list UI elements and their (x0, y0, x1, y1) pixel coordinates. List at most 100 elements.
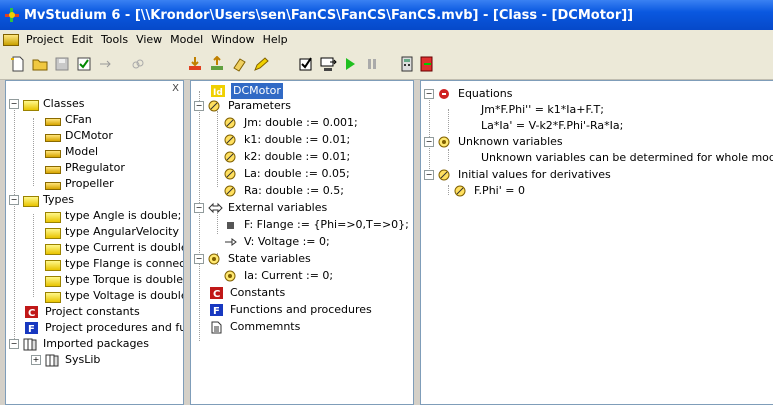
tree-item-class[interactable]: Propeller (45, 176, 114, 192)
tree-item-initial-value[interactable]: F.Phi' = 0 (454, 183, 525, 199)
tree-item-class[interactable]: DCMotor (45, 128, 113, 144)
tree-item-type[interactable]: type Angle is double; -- (45, 208, 183, 224)
project-tree-panel[interactable]: X − Classes CFan DCMotor Model PRegulator… (5, 80, 184, 405)
constants-icon: C (25, 305, 41, 319)
tree-item-parameter[interactable]: Ra: double := 0.5; (224, 183, 344, 199)
type-icon (45, 227, 61, 239)
checklist-icon[interactable] (76, 56, 92, 72)
tree-item-class[interactable]: PRegulator (45, 160, 125, 176)
link-icon[interactable] (130, 56, 146, 72)
menu-window[interactable]: Window (207, 33, 258, 46)
export-icon[interactable] (209, 55, 225, 72)
document-icon[interactable] (3, 33, 19, 46)
parameter-icon (438, 169, 454, 182)
arrow-flow-icon[interactable] (98, 56, 114, 72)
menu-project[interactable]: Project (22, 33, 68, 46)
tree-item-type[interactable]: type Flange is connecto (45, 256, 183, 272)
tree-node-functions[interactable]: F Functions and procedures (210, 302, 372, 318)
tree-node-external-variables[interactable]: − External variables (194, 200, 327, 216)
title-bar: MvStudium 6 - [\\Krondor\Users\sen\FanCS… (0, 0, 773, 30)
build-icon[interactable] (320, 56, 337, 72)
menu-help[interactable]: Help (259, 33, 292, 46)
tree-node-constants[interactable]: C Constants (210, 285, 285, 301)
tree-item-equation[interactable]: La*Ia' = V-k2*F.Phi'-Ra*Ia; (481, 118, 623, 134)
type-icon (45, 243, 61, 255)
collapse-icon[interactable]: − (194, 254, 204, 264)
class-structure-panel[interactable]: Id DCMotor − Parameters Jm: double := 0.00… (190, 80, 414, 405)
calculator-icon[interactable] (399, 56, 415, 72)
tree-item-state[interactable]: Ia: Current := 0; (224, 268, 333, 284)
check-box-icon[interactable] (298, 56, 314, 72)
library-icon (23, 338, 39, 351)
tree-node-root-class[interactable]: Id DCMotor (211, 83, 283, 99)
import-icon[interactable] (187, 56, 203, 72)
run-icon[interactable] (342, 56, 358, 72)
tree-item-type[interactable]: type Torque is double; - (45, 272, 183, 288)
tree-item-type[interactable]: type Current is double; (45, 240, 183, 256)
tree-item-class[interactable]: Model (45, 144, 98, 160)
equations-panel[interactable]: − Equations Jm*F.Phi'' = k1*Ia+F.T; La*Ia… (420, 80, 773, 405)
exit-icon[interactable] (419, 56, 435, 72)
tree-item-class[interactable]: CFan (45, 112, 92, 128)
tree-item-parameter[interactable]: Jm: double := 0.001; (224, 115, 358, 131)
class-icon (45, 150, 61, 158)
collapse-icon[interactable]: − (424, 137, 434, 147)
eraser-icon[interactable] (231, 56, 247, 72)
tree-node-project-constants[interactable]: C Project constants (25, 304, 140, 320)
class-icon (45, 134, 61, 142)
tree-node-unknown-variables[interactable]: − Unknown variables (424, 134, 563, 150)
unknown-variables-note: Unknown variables can be determined for … (481, 151, 773, 164)
menu-view[interactable]: View (132, 33, 166, 46)
type-icon (45, 259, 61, 271)
library-icon (45, 354, 61, 367)
menu-model[interactable]: Model (166, 33, 207, 46)
bidirectional-arrow-icon (208, 202, 224, 215)
tree-item-type[interactable]: type Voltage is double; (45, 288, 183, 304)
save-icon[interactable] (54, 56, 70, 72)
menu-edit[interactable]: Edit (68, 33, 97, 46)
tree-item-parameter[interactable]: La: double := 0.05; (224, 166, 350, 182)
parameter-icon (224, 168, 240, 181)
tree-node-equations[interactable]: − Equations (424, 86, 512, 102)
open-folder-icon[interactable] (32, 56, 48, 72)
tree-node-types[interactable]: − Types (9, 192, 74, 208)
state-icon (224, 270, 240, 283)
svg-text:C: C (213, 289, 220, 300)
pause-icon[interactable] (364, 56, 380, 72)
tree-item-external[interactable]: V: Voltage := 0; (224, 234, 330, 250)
tree-node-classes[interactable]: − Classes (9, 96, 84, 112)
tree-item-parameter[interactable]: k2: double := 0.01; (224, 149, 350, 165)
collapse-icon[interactable]: − (194, 203, 204, 213)
close-panel-icon[interactable]: X (172, 83, 179, 94)
new-file-icon[interactable] (10, 56, 26, 72)
tree-item-equation[interactable]: Jm*F.Phi'' = k1*Ia+F.T; (481, 102, 604, 118)
class-icon (45, 118, 61, 126)
parameter-icon (454, 185, 470, 198)
tree-node-project-procedures[interactable]: F Project procedures and fun (25, 320, 183, 336)
state-icon (438, 136, 454, 149)
tree-node-imported-packages[interactable]: − Imported packages (9, 336, 149, 352)
pencil-icon[interactable] (253, 56, 269, 72)
class-icon (45, 182, 61, 190)
tree-node-initial-values[interactable]: − Initial values for derivatives (424, 167, 611, 183)
tree-item-type[interactable]: type AngularVelocity is (45, 224, 183, 240)
type-icon (45, 275, 61, 287)
tree-item-external[interactable]: F: Flange := {Phi=>0,T=>0}; (224, 217, 409, 233)
collapse-icon[interactable]: − (9, 195, 19, 205)
collapse-icon[interactable]: − (424, 89, 434, 99)
state-icon (208, 253, 224, 266)
collapse-icon[interactable]: − (9, 339, 19, 349)
collapse-icon[interactable]: − (9, 99, 19, 109)
tree-item-parameter[interactable]: k1: double := 0.01; (224, 132, 350, 148)
functions-icon: F (25, 321, 41, 335)
tree-node-syslib[interactable]: + SysLib (31, 352, 100, 368)
tree-node-state-variables[interactable]: − State variables (194, 251, 311, 267)
equations-icon (438, 88, 454, 101)
collapse-icon[interactable]: − (194, 101, 204, 111)
expand-icon[interactable]: + (31, 355, 41, 365)
input-arrow-icon (224, 236, 240, 249)
tree-node-comments[interactable]: Commemnts (210, 319, 300, 335)
menu-tools[interactable]: Tools (97, 33, 132, 46)
collapse-icon[interactable]: − (424, 170, 434, 180)
tree-node-parameters[interactable]: − Parameters (194, 98, 291, 114)
